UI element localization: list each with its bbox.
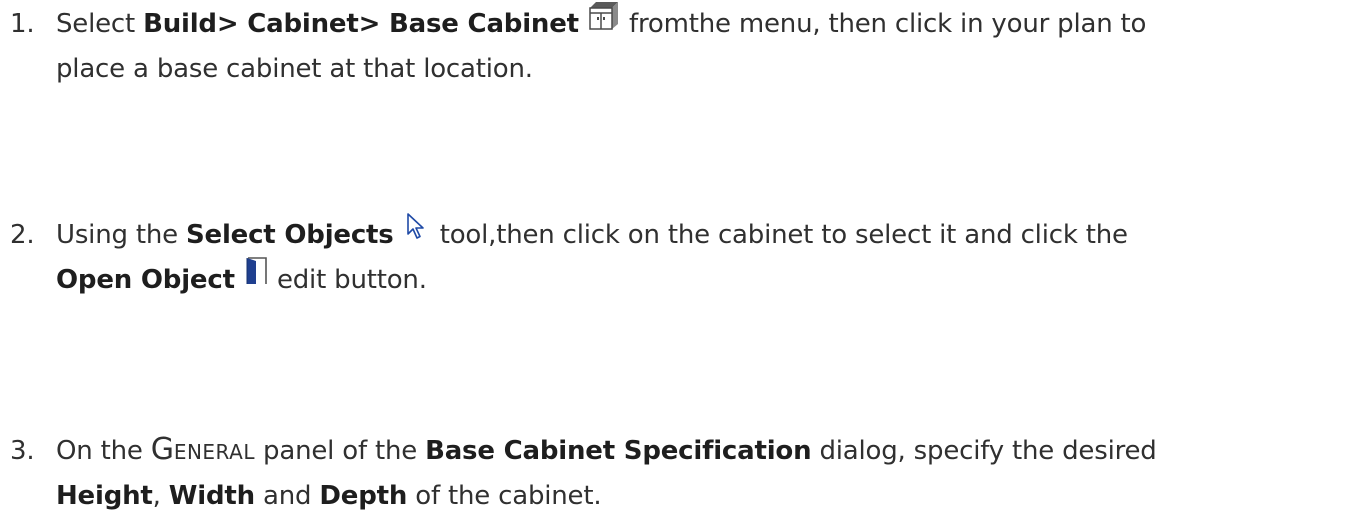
step-2-line-2: Open Object edit button. xyxy=(10,255,1340,303)
step-text: panel of the xyxy=(254,436,426,466)
step-3: 3. On the GENERAL panel of the Base Cabin… xyxy=(10,428,1340,518)
step-3-line-2: Height, Width and Depth of the cabinet. xyxy=(10,474,1340,518)
step-3-line-1: 3. On the GENERAL panel of the Base Cabin… xyxy=(10,428,1340,474)
field-depth: Depth xyxy=(319,481,408,511)
step-2: 2. Using the Select Objects tool,then cli… xyxy=(10,211,1340,303)
dialog-name: Base Cabinet Specification xyxy=(425,436,812,466)
step-text: of the cabinet. xyxy=(407,481,602,511)
step-text: Select xyxy=(56,9,144,39)
step-text: fromthe menu, then click in your plan to xyxy=(620,9,1147,39)
tool-name: Select Objects xyxy=(185,220,394,250)
base-cabinet-icon xyxy=(587,0,621,44)
step-number: 3. xyxy=(10,436,35,466)
step-text: , xyxy=(152,481,169,511)
step-1-line-2: place a base cabinet at that location. xyxy=(56,53,533,84)
select-arrow-icon xyxy=(402,211,432,255)
field-height: Height xyxy=(56,481,153,511)
step-1: 1. Select Build> Cabinet> Base Cabinet fr… xyxy=(10,0,1340,91)
panel-name: GENERAL xyxy=(150,432,255,467)
open-object-icon xyxy=(243,255,269,299)
step-2-line-1: 2. Using the Select Objects tool,then cli… xyxy=(10,211,1340,258)
step-text: tool,then click on the cabinet to select… xyxy=(431,220,1128,250)
step-1-line-1: 1. Select Build> Cabinet> Base Cabinet fr… xyxy=(10,0,1340,47)
button-name: Open Object xyxy=(56,264,235,295)
menu-path: Build> Cabinet> Base Cabinet xyxy=(143,9,579,39)
step-number: 2. xyxy=(10,220,35,250)
step-text: dialog, specify the desired xyxy=(811,436,1157,466)
step-text: Using the xyxy=(56,220,186,250)
step-text: edit button. xyxy=(268,264,427,295)
step-text: On the xyxy=(56,436,151,466)
step-text: and xyxy=(254,481,320,511)
step-number: 1. xyxy=(10,9,35,39)
field-width: Width xyxy=(168,481,255,511)
